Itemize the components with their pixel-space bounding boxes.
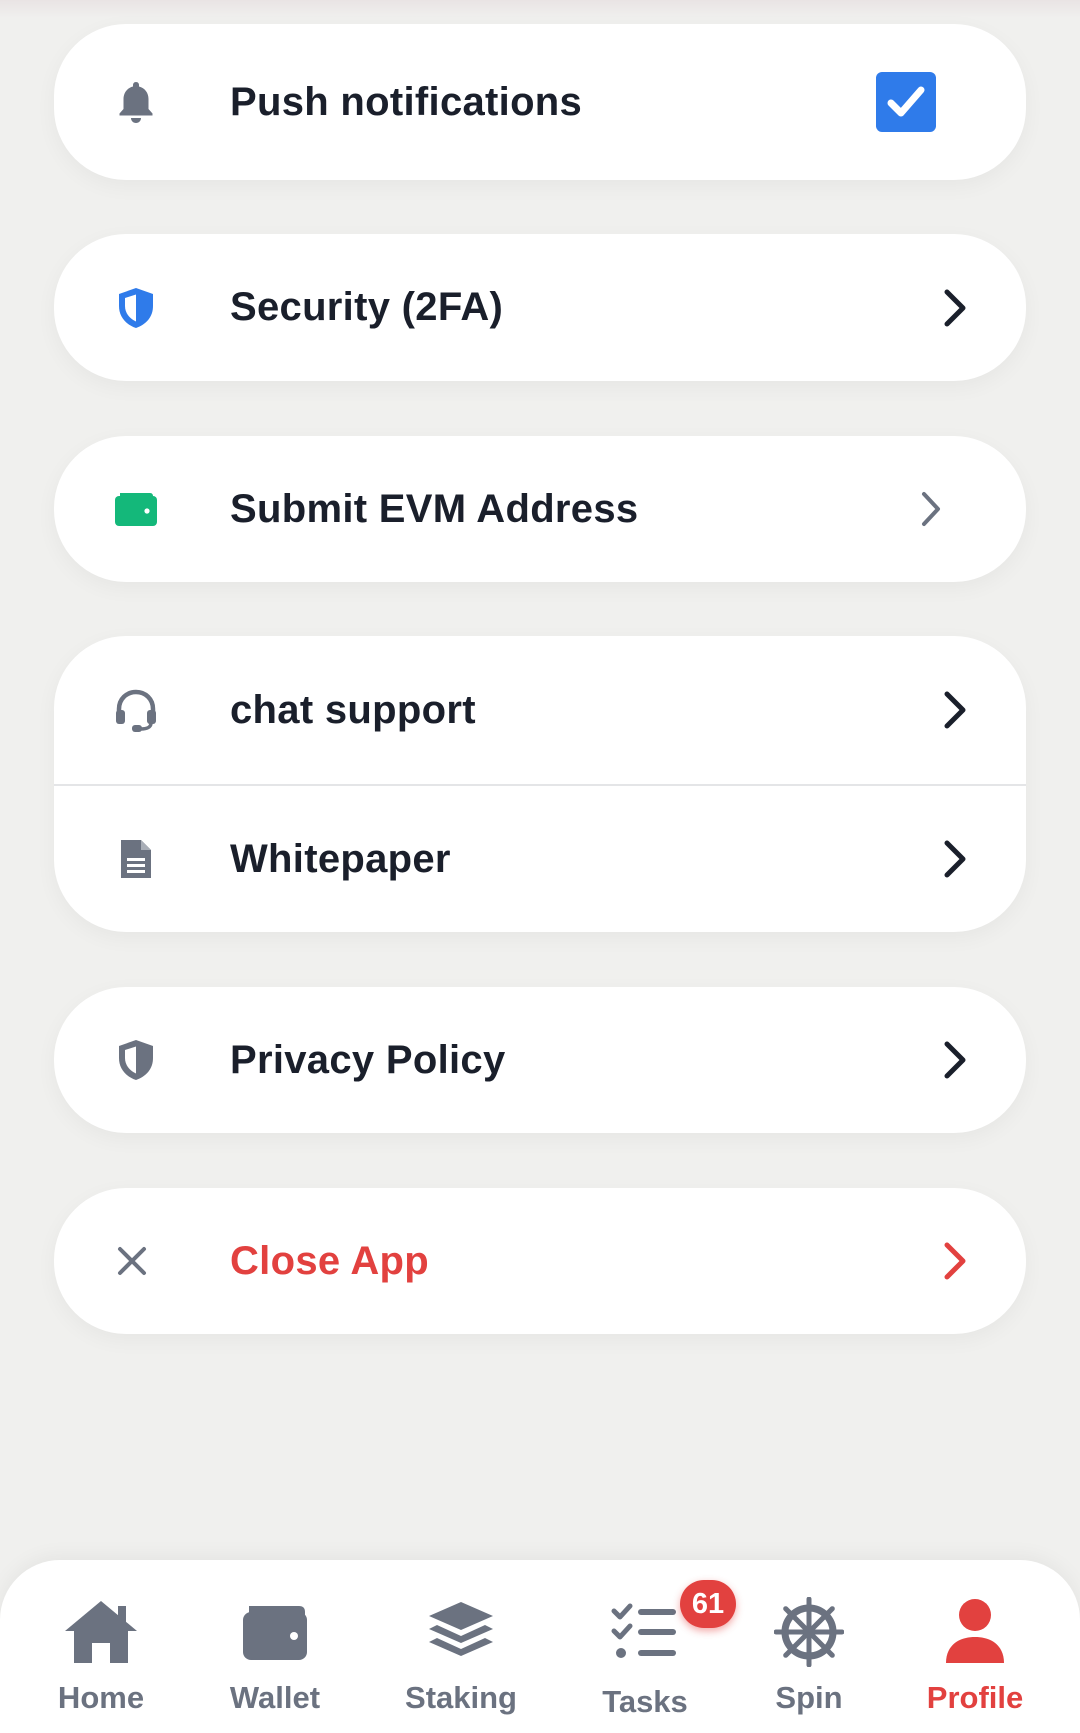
nav-item-spin[interactable]: Spin bbox=[764, 1560, 854, 1733]
privacy-policy-card: Privacy Policy bbox=[54, 987, 1026, 1133]
security-label: Security (2FA) bbox=[230, 285, 504, 329]
top-fade bbox=[0, 0, 1080, 18]
shield-icon bbox=[112, 284, 160, 332]
nav-label: Tasks bbox=[602, 1684, 688, 1719]
bell-icon bbox=[112, 78, 160, 126]
nav-item-wallet[interactable]: Wallet bbox=[230, 1560, 320, 1733]
bottom-navigation: Home Wallet Staking 61 Tasks Spin Profil… bbox=[0, 1560, 1080, 1733]
task-list-icon bbox=[600, 1592, 690, 1672]
push-notifications-card: Push notifications bbox=[54, 24, 1026, 180]
close-app-row[interactable]: Close App bbox=[54, 1188, 1026, 1334]
chevron-right-icon bbox=[936, 1038, 972, 1082]
document-icon bbox=[112, 835, 160, 883]
security-card: Security (2FA) bbox=[54, 234, 1026, 381]
home-icon bbox=[56, 1592, 146, 1672]
whitepaper-row[interactable]: Whitepaper bbox=[54, 786, 1026, 932]
evm-address-card: Submit EVM Address bbox=[54, 436, 1026, 582]
chevron-right-icon bbox=[936, 286, 972, 330]
close-app-label: Close App bbox=[230, 1238, 430, 1283]
privacy-policy-row[interactable]: Privacy Policy bbox=[54, 987, 1026, 1133]
nav-item-staking[interactable]: Staking bbox=[405, 1560, 517, 1733]
evm-address-row[interactable]: Submit EVM Address bbox=[54, 436, 1026, 582]
nav-item-tasks[interactable]: 61 Tasks bbox=[600, 1560, 736, 1733]
evm-address-label: Submit EVM Address bbox=[230, 486, 639, 531]
push-notifications-label: Push notifications bbox=[230, 79, 583, 124]
nav-label: Home bbox=[57, 1680, 145, 1715]
nav-label: Staking bbox=[405, 1680, 517, 1715]
wallet-icon bbox=[230, 1592, 320, 1672]
wallet-icon bbox=[112, 485, 160, 533]
shield-half-icon bbox=[112, 1036, 160, 1084]
tasks-badge: 61 bbox=[680, 1580, 736, 1628]
nav-label: Wallet bbox=[229, 1680, 321, 1715]
close-app-card: Close App bbox=[54, 1188, 1026, 1334]
chat-support-row[interactable]: chat support bbox=[54, 636, 1026, 784]
wheel-icon bbox=[764, 1592, 854, 1672]
headset-icon bbox=[112, 686, 160, 734]
chevron-right-icon bbox=[936, 1239, 972, 1283]
nav-label: Profile bbox=[926, 1680, 1024, 1715]
layers-icon bbox=[416, 1592, 506, 1672]
chevron-right-icon bbox=[936, 837, 972, 881]
support-group-card: chat support Whitepaper bbox=[54, 636, 1026, 932]
privacy-policy-label: Privacy Policy bbox=[230, 1037, 506, 1082]
user-icon bbox=[930, 1592, 1020, 1672]
push-notifications-row[interactable]: Push notifications bbox=[54, 24, 1026, 180]
chevron-right-icon bbox=[912, 487, 948, 531]
security-row[interactable]: Security (2FA) bbox=[54, 234, 1026, 381]
chevron-right-icon bbox=[936, 688, 972, 732]
nav-label: Spin bbox=[775, 1680, 843, 1715]
chat-support-label: chat support bbox=[230, 687, 476, 732]
push-notifications-checkbox[interactable] bbox=[876, 72, 936, 132]
nav-item-profile[interactable]: Profile bbox=[926, 1560, 1024, 1733]
checkmark-icon bbox=[887, 86, 925, 117]
whitepaper-label: Whitepaper bbox=[230, 836, 451, 881]
nav-item-home[interactable]: Home bbox=[56, 1560, 146, 1733]
close-icon bbox=[108, 1237, 156, 1285]
